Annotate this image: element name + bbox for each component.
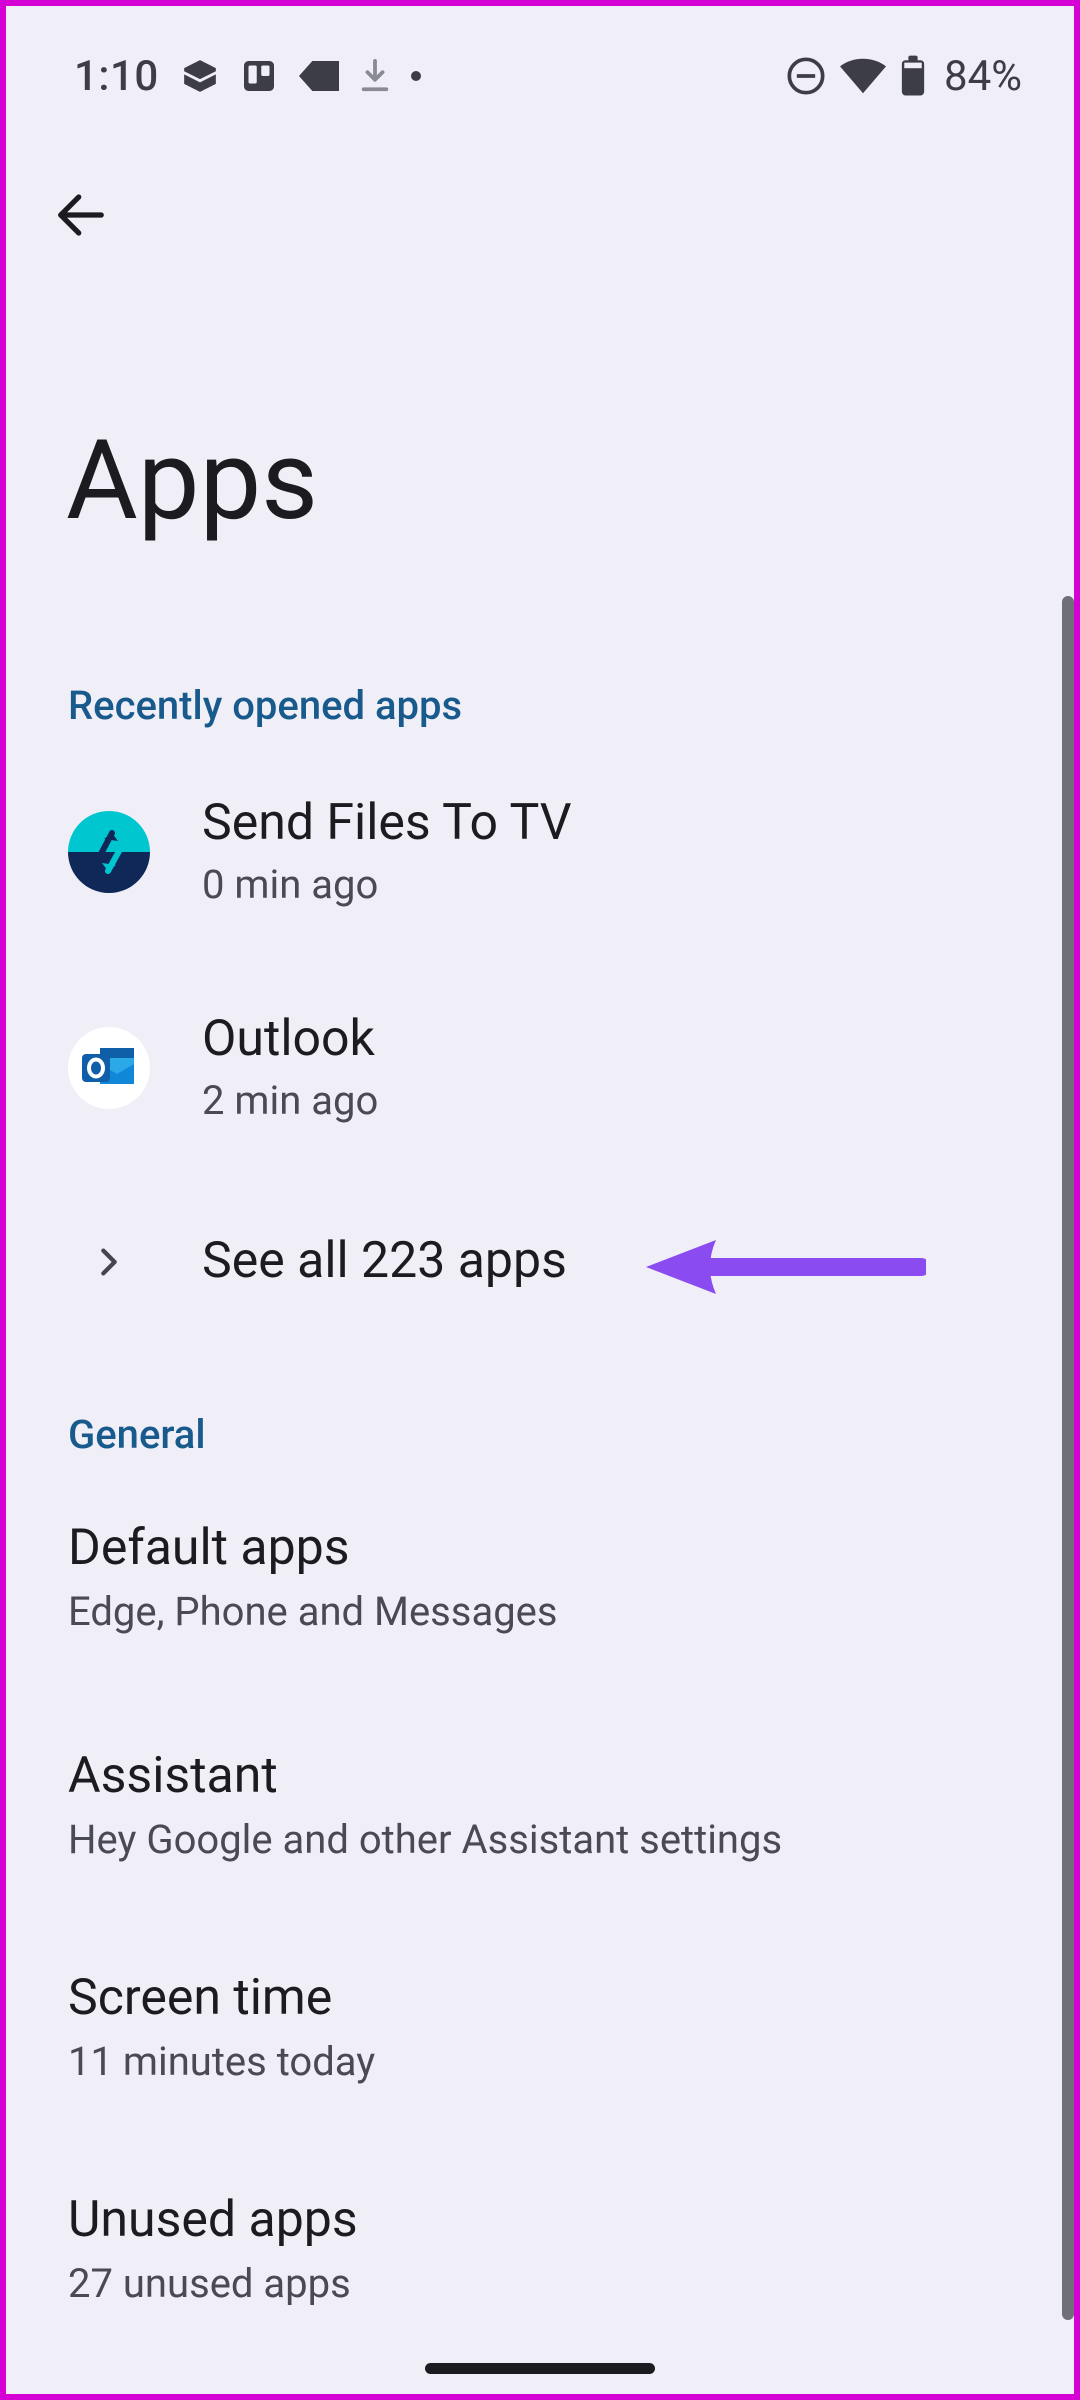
box-icon bbox=[181, 57, 219, 95]
setting-sub: 11 minutes today bbox=[68, 2038, 375, 2086]
status-time: 1:10 bbox=[74, 52, 159, 101]
recent-app-outlook[interactable]: Outlook 2 min ago bbox=[6, 1008, 1074, 1128]
download-icon bbox=[361, 59, 389, 93]
setting-assistant[interactable]: Assistant Hey Google and other Assistant… bbox=[6, 1746, 1074, 1866]
setting-sub: Edge, Phone and Messages bbox=[68, 1588, 558, 1636]
setting-screen-time[interactable]: Screen time 11 minutes today bbox=[6, 1968, 1074, 2088]
app-icon-send-files bbox=[68, 811, 150, 893]
status-right: 84% bbox=[786, 52, 1022, 101]
status-left: 1:10 bbox=[74, 52, 421, 101]
scrollbar[interactable] bbox=[1062, 596, 1074, 2320]
section-header-general: General bbox=[68, 1411, 206, 1458]
trello-icon bbox=[241, 58, 277, 94]
setting-title: Default apps bbox=[68, 1520, 558, 1578]
battery-percent: 84% bbox=[944, 52, 1022, 101]
arrow-left-icon bbox=[54, 188, 108, 242]
apps-settings-screen: 1:10 84% bbox=[0, 0, 1080, 2400]
setting-sub: Hey Google and other Assistant settings bbox=[68, 1816, 782, 1864]
setting-title: Assistant bbox=[68, 1748, 782, 1806]
setting-title: Unused apps bbox=[68, 2192, 358, 2250]
setting-unused-apps[interactable]: Unused apps 27 unused apps bbox=[6, 2190, 1074, 2310]
tag-icon bbox=[299, 61, 339, 91]
nav-handle[interactable] bbox=[425, 2363, 655, 2374]
setting-sub: 27 unused apps bbox=[68, 2260, 358, 2308]
dot-icon bbox=[411, 71, 421, 81]
chevron-right-icon bbox=[68, 1221, 150, 1303]
setting-title: Screen time bbox=[68, 1970, 375, 2028]
app-time: 2 min ago bbox=[202, 1077, 378, 1125]
status-bar: 1:10 84% bbox=[6, 46, 1074, 106]
app-icon-outlook bbox=[68, 1027, 150, 1109]
dnd-icon bbox=[786, 56, 826, 96]
app-time: 0 min ago bbox=[202, 861, 572, 909]
app-name: Outlook bbox=[202, 1011, 378, 1069]
page-title: Apps bbox=[66, 416, 318, 545]
battery-icon bbox=[900, 55, 926, 97]
see-all-apps[interactable]: See all 223 apps bbox=[6, 1220, 1074, 1304]
setting-default-apps[interactable]: Default apps Edge, Phone and Messages bbox=[6, 1518, 1074, 1638]
see-all-label: See all 223 apps bbox=[202, 1233, 567, 1291]
section-header-recent: Recently opened apps bbox=[68, 682, 462, 729]
wifi-icon bbox=[840, 58, 886, 94]
back-button[interactable] bbox=[46, 180, 116, 250]
app-name: Send Files To TV bbox=[202, 795, 572, 853]
recent-app-send-files[interactable]: Send Files To TV 0 min ago bbox=[6, 792, 1074, 912]
